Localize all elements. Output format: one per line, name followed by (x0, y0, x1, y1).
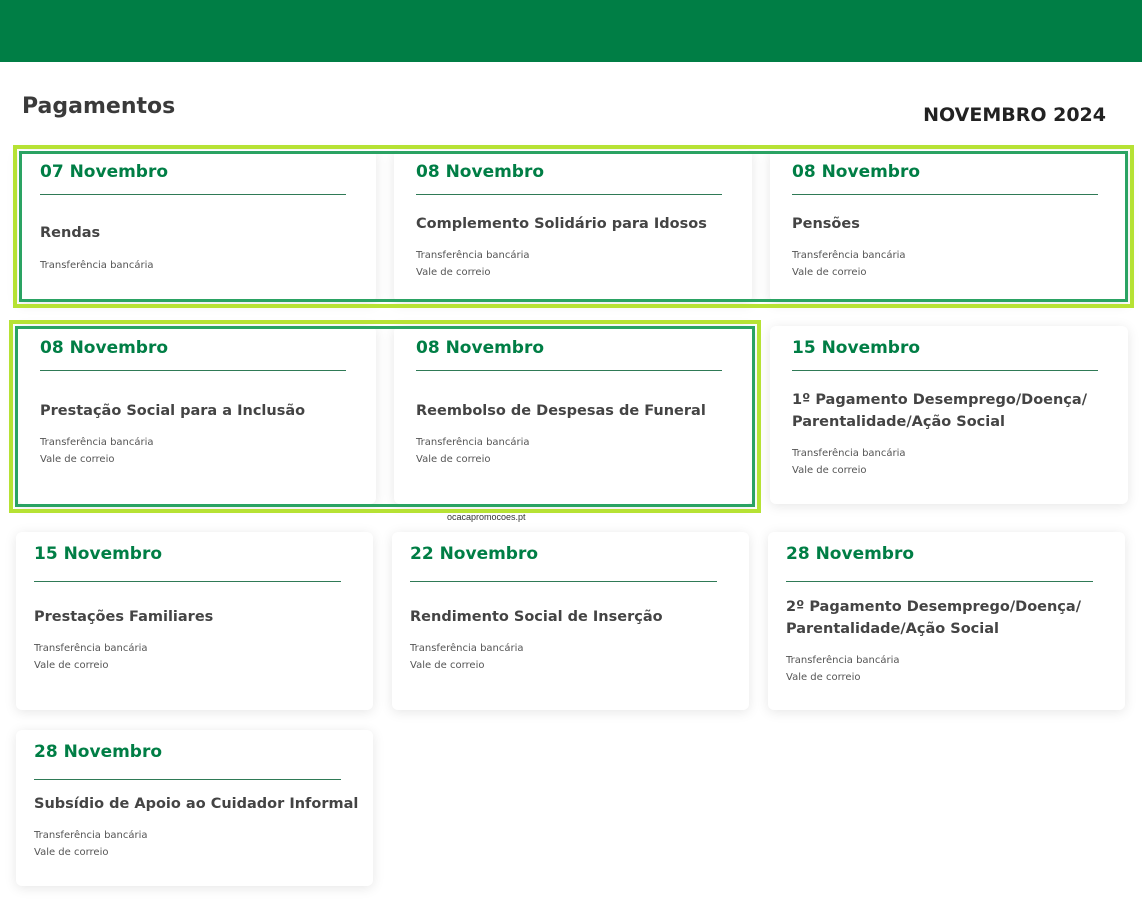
payment-card: 15 Novembro Prestações Familiares Transf… (16, 532, 373, 710)
payment-method: Transferência bancária (40, 437, 154, 448)
payment-method: Transferência bancária (792, 448, 906, 459)
card-date: 08 Novembro (416, 162, 545, 182)
card-divider (40, 370, 346, 371)
payment-method: Transferência bancária (410, 643, 524, 654)
payment-method: Transferência bancária (34, 830, 148, 841)
card-divider (34, 779, 341, 780)
payment-method: Vale de correio (40, 454, 115, 465)
payment-card: 28 Novembro Subsídio de Apoio ao Cuidado… (16, 730, 373, 886)
card-title: Reembolso de Despesas de Funeral (416, 403, 706, 419)
card-divider (416, 370, 722, 371)
payment-card: 28 Novembro 2º Pagamento Desemprego/Doen… (768, 532, 1125, 710)
card-date: 08 Novembro (40, 338, 169, 358)
payment-method: Vale de correio (34, 847, 109, 858)
payment-method: Transferência bancária (786, 655, 900, 666)
payment-card: 08 Novembro Pensões Transferência bancár… (770, 150, 1128, 302)
watermark: ocacapromocoes.pt (447, 512, 526, 522)
card-title: Subsídio de Apoio ao Cuidador Informal (34, 796, 359, 812)
card-divider (786, 581, 1093, 582)
card-title-line: 1º Pagamento Desemprego/Doença/ (792, 392, 1087, 408)
payment-method: Transferência bancária (40, 260, 154, 271)
payment-card: 07 Novembro Rendas Transferência bancári… (18, 150, 376, 302)
card-date: 08 Novembro (792, 162, 921, 182)
card-date: 07 Novembro (40, 162, 169, 182)
card-divider (40, 194, 346, 195)
card-title: Rendas (40, 225, 101, 241)
card-date: 08 Novembro (416, 338, 545, 358)
card-title-line: Parentalidade/Ação Social (792, 414, 1005, 430)
payment-card: 08 Novembro Prestação Social para a Incl… (18, 326, 376, 504)
card-divider (416, 194, 722, 195)
card-date: 28 Novembro (786, 544, 915, 564)
month-label: NOVEMBRO 2024 (923, 104, 1106, 126)
payment-method: Vale de correio (34, 660, 109, 671)
payment-method: Transferência bancária (34, 643, 148, 654)
card-date: 15 Novembro (792, 338, 921, 358)
card-title-line: 2º Pagamento Desemprego/Doença/ (786, 599, 1081, 615)
payment-method: Vale de correio (786, 672, 861, 683)
payment-method: Vale de correio (416, 454, 491, 465)
payment-card: 08 Novembro Complemento Solidário para I… (394, 150, 752, 302)
top-bar (0, 0, 1142, 62)
payment-method: Vale de correio (792, 465, 867, 476)
card-title: Prestações Familiares (34, 609, 214, 625)
card-date: 15 Novembro (34, 544, 163, 564)
card-divider (792, 194, 1098, 195)
payment-method: Vale de correio (792, 267, 867, 278)
card-date: 22 Novembro (410, 544, 539, 564)
card-title-line: Parentalidade/Ação Social (786, 621, 999, 637)
card-title: Complemento Solidário para Idosos (416, 216, 707, 232)
card-divider (410, 581, 717, 582)
card-title: Pensões (792, 216, 860, 232)
payment-method: Vale de correio (416, 267, 491, 278)
card-title: Prestação Social para a Inclusão (40, 403, 306, 419)
card-divider (34, 581, 341, 582)
payment-method: Vale de correio (410, 660, 485, 671)
card-divider (792, 370, 1098, 371)
payment-method: Transferência bancária (416, 250, 530, 261)
payment-card: 15 Novembro 1º Pagamento Desemprego/Doen… (770, 326, 1128, 504)
payment-card: 22 Novembro Rendimento Social de Inserçã… (392, 532, 749, 710)
page-title: Pagamentos (22, 94, 176, 119)
card-title: Rendimento Social de Inserção (410, 609, 663, 625)
payment-method: Transferência bancária (792, 250, 906, 261)
payment-card: 08 Novembro Reembolso de Despesas de Fun… (394, 326, 752, 504)
card-date: 28 Novembro (34, 742, 163, 762)
payment-method: Transferência bancária (416, 437, 530, 448)
